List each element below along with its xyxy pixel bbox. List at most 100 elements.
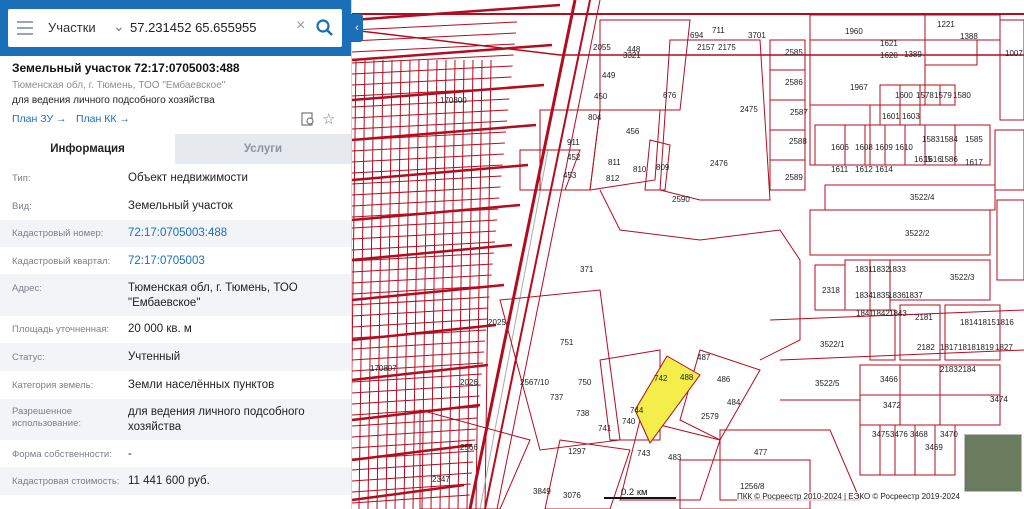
parcel-label: 2476	[710, 159, 728, 168]
cadastral-quarter-link[interactable]: 72:17:0705003	[128, 254, 338, 269]
parcel-label: 676	[663, 91, 677, 100]
parcel-label: 2566	[460, 443, 478, 452]
parcel-title: Земельный участок 72:17:0705003:488	[12, 61, 240, 75]
parcel-label: 750	[578, 378, 592, 387]
parcel-label: 2184	[958, 365, 976, 374]
parcel-label: 3522/3	[950, 273, 975, 282]
parcel-label: 1621	[880, 39, 898, 48]
parcel-label: 170807	[370, 364, 397, 373]
parcel-label: 1834	[855, 291, 873, 300]
parcel-label: 3474	[990, 395, 1008, 404]
search-bar: Участки ⌄ ×	[0, 0, 351, 56]
parcel-label: 1827	[995, 343, 1013, 352]
map-attribution: ПКК © Росреестр 2010-2024 | ЕЭКО © Росре…	[737, 492, 960, 501]
parcel-label: 812	[606, 174, 620, 183]
parcel-label: 1831	[855, 265, 873, 274]
parcel-label: 371	[580, 265, 594, 274]
parcel-label: 484	[727, 398, 741, 407]
info-row-cadastral-value: Кадастровая стоимость: 11 441 600 руб.	[0, 467, 351, 495]
search-type-select[interactable]: Участки	[48, 20, 96, 35]
parcel-label: 1833	[888, 265, 906, 274]
parcel-label: 3522/1	[820, 340, 845, 349]
parcel-label: 1603	[902, 112, 920, 121]
info-row-address: Адрес: Тюменская обл, г. Тюмень, ТОО "Ем…	[0, 274, 351, 316]
parcel-label: 1841	[856, 309, 874, 318]
parcel-label: 2025	[488, 318, 506, 327]
parcel-label: 3701	[748, 31, 766, 40]
parcel-label: 741	[598, 424, 612, 433]
cadastral-number-link[interactable]: 72:17:0705003:488	[128, 226, 338, 241]
parcel-label: 740	[622, 417, 636, 426]
parcel-label: 804	[588, 113, 602, 122]
parcel-label: 3466	[880, 375, 898, 384]
parcel-label: 2175	[718, 43, 736, 52]
parcel-label: 1297	[568, 447, 586, 456]
parcel-label: 1837	[905, 291, 923, 300]
parcel-label: 1388	[960, 32, 978, 41]
chevron-down-icon[interactable]: ⌄	[113, 18, 125, 35]
parcel-label: 751	[560, 338, 574, 347]
favorite-star-icon[interactable]: ☆	[322, 110, 335, 128]
collapse-panel-button[interactable]: ‹	[351, 14, 363, 42]
parcel-label: 3321	[623, 51, 641, 60]
tab-information[interactable]: Информация	[0, 134, 175, 164]
tab-services[interactable]: Услуги	[175, 134, 351, 164]
parcel-label: 3472	[883, 401, 901, 410]
parcel-label: 1960	[845, 27, 863, 36]
parcel-label: 1817	[940, 343, 958, 352]
parcel-label: 742	[654, 374, 668, 383]
parcel-label: 1007	[1005, 49, 1023, 58]
parcel-label: 1616	[924, 155, 942, 164]
parcel-label: 2055	[593, 43, 611, 52]
plan-kk-link[interactable]: План КК →	[76, 113, 130, 125]
close-icon[interactable]: ×	[296, 17, 305, 35]
plan-zu-link[interactable]: План ЗУ →	[12, 113, 67, 125]
menu-icon[interactable]	[17, 21, 33, 35]
parcel-label: 477	[754, 448, 768, 457]
parcel-label: 809	[656, 163, 670, 172]
parcel-label: 2318	[822, 286, 840, 295]
info-row-kind: Вид: Земельный участок	[12, 200, 233, 212]
info-row-cadastral-number: Кадастровый номер: 72:17:0705003:488	[0, 220, 351, 247]
parcel-label: 487	[697, 353, 711, 362]
parcel-label: 2589	[785, 173, 803, 182]
parcel-label: 1221	[937, 20, 955, 29]
parcel-label: 2182	[917, 343, 935, 352]
parcel-label: 1584	[940, 135, 958, 144]
parcel-label: 2026	[460, 378, 478, 387]
parcel-label: 1585	[965, 135, 983, 144]
search-input[interactable]	[130, 16, 290, 38]
info-row-ownership: Форма собственности: -	[12, 448, 132, 460]
parcel-label: 743	[637, 449, 651, 458]
parcel-label: 1814	[960, 318, 978, 327]
parcel-label: 1578	[916, 91, 934, 100]
scale-bar	[604, 497, 676, 499]
search-icon[interactable]	[315, 18, 335, 38]
parcel-label: 1842	[872, 309, 890, 318]
parcel-label: 170800	[440, 96, 467, 105]
parcel-label: 1617	[965, 158, 983, 167]
parcel-label: 2588	[789, 137, 807, 146]
parcel-label: 449	[602, 71, 616, 80]
parcel-label: 2585	[785, 48, 803, 57]
parcel-label: 3522/4	[910, 193, 935, 202]
parcel-label: 1611	[831, 165, 849, 174]
parcel-label: 483	[668, 453, 682, 462]
parcel-label: 911	[567, 138, 580, 147]
parcel-label: 1256/8	[740, 482, 765, 491]
parcel-label: 2567/10	[520, 378, 549, 387]
parcel-label: 1610	[895, 143, 913, 152]
basemap-switcher-thumbnail[interactable]	[964, 434, 1022, 492]
parcel-label: 2183	[940, 365, 958, 374]
parcel-label: 3076	[563, 491, 581, 500]
parcel-label: 1608	[855, 143, 873, 152]
parcel-label: 810	[633, 165, 647, 174]
parcel-label: 1614	[875, 165, 893, 174]
parcel-label: 1819	[976, 343, 994, 352]
parcel-label: 811	[608, 158, 621, 167]
parcel-label: 1843	[889, 309, 907, 318]
parcel-label: 1583	[922, 135, 940, 144]
parcel-label: 3476	[890, 430, 908, 439]
report-icon[interactable]	[301, 112, 315, 126]
parcel-label: 2590	[672, 195, 690, 204]
